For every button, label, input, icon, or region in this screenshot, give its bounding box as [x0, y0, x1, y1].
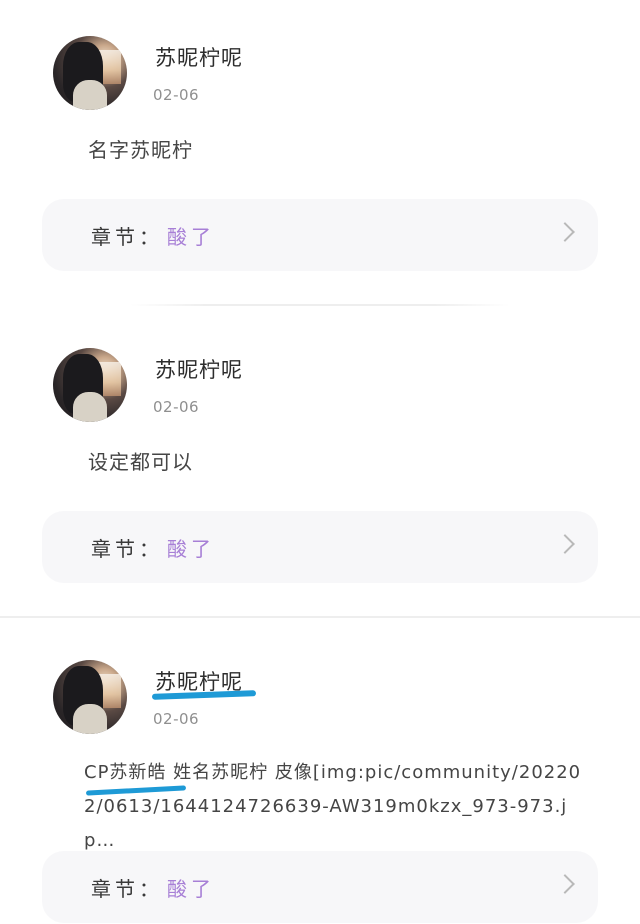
comment-content: 设定都可以: [88, 450, 193, 474]
comment-date: 02-06: [153, 398, 200, 416]
chapter-name: 酸了: [167, 536, 215, 561]
avatar[interactable]: [53, 660, 127, 734]
chapter-link-card[interactable]: 章节： 酸了: [42, 511, 598, 583]
username[interactable]: 苏昵柠呢: [155, 42, 243, 72]
chapter-name: 酸了: [167, 876, 215, 901]
chapter-link-card[interactable]: 章节： 酸了: [42, 199, 598, 271]
avatar[interactable]: [53, 36, 127, 110]
chevron-right-icon: [555, 874, 575, 894]
comment-content: CP苏新皓 姓名苏昵柠 皮像[img:pic/community/202202/…: [84, 762, 582, 851]
chapter-name: 酸了: [167, 224, 215, 249]
chapter-label: 章节：: [91, 876, 163, 901]
chapter-label: 章节：: [91, 536, 163, 561]
avatar-clothing: [73, 80, 107, 110]
chapter-label: 章节：: [91, 224, 163, 249]
chapter-link-card[interactable]: 章节： 酸了: [42, 851, 598, 923]
avatar-clothing: [73, 704, 107, 734]
comment-item: 苏昵柠呢 02-06 设定都可以 章节： 酸了: [0, 306, 640, 618]
comment-date: 02-06: [153, 86, 200, 104]
comment-date: 02-06: [153, 710, 200, 728]
username[interactable]: 苏昵柠呢: [155, 354, 243, 384]
avatar-clothing: [73, 392, 107, 422]
comment-item: 苏昵柠呢 02-06 名字苏昵柠 章节： 酸了: [0, 0, 640, 305]
comment-item: 苏昵柠呢 02-06 CP苏新皓 姓名苏昵柠 皮像[img:pic/commun…: [0, 618, 640, 924]
comment-content: 名字苏昵柠: [88, 138, 193, 162]
comment-feed: 苏昵柠呢 02-06 名字苏昵柠 章节： 酸了 苏昵柠呢 02-06 设定都可以…: [0, 0, 640, 924]
chevron-right-icon: [555, 222, 575, 242]
avatar[interactable]: [53, 348, 127, 422]
chevron-right-icon: [555, 534, 575, 554]
